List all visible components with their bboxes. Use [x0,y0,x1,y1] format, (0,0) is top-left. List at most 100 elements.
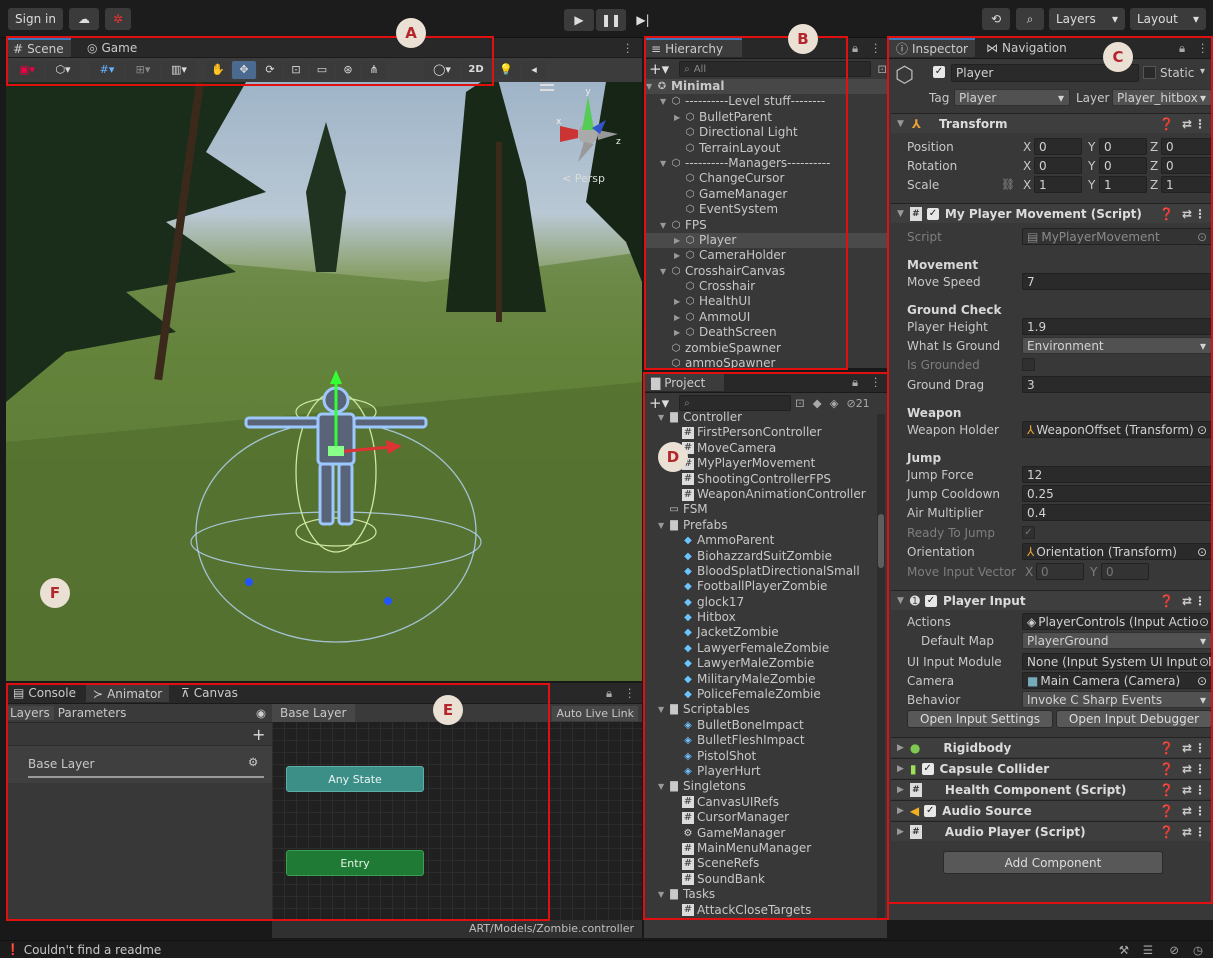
hierarchy-item[interactable]: ▼ ✪ Minimal [644,79,887,95]
breadcrumb[interactable]: Base Layer [272,704,355,722]
player-height-field[interactable]: 1.9 [1022,318,1212,335]
search-by-label-icon[interactable]: ◆ [813,396,822,410]
project-item[interactable]: ◆ PoliceFemaleZombie [644,687,876,702]
ruler-icon[interactable]: ▥▾ [162,61,196,79]
hierarchy-item[interactable]: ⬡ ChangeCursor [644,171,887,186]
kebab-menu-icon[interactable]: ⋮ [870,41,882,55]
scl-x-field[interactable]: 1 [1034,176,1082,193]
status-message[interactable]: Couldn't find a readme [24,943,162,957]
what-is-ground-dropdown[interactable]: Environment ▾ [1022,337,1212,354]
scl-z-field[interactable]: 1 [1161,176,1212,193]
camera-field[interactable]: ■ Main Camera (Camera) ⊙ [1022,672,1212,689]
project-item[interactable]: # SceneRefs [644,856,876,871]
project-item[interactable]: ▭ FSM [644,502,876,517]
gizmo-toggle-icon[interactable]: ◯▾ [424,61,460,79]
behavior-dropdown[interactable]: Invoke C Sharp Events ▾ [1022,691,1212,708]
link-icon[interactable]: ⛓ [1001,178,1015,191]
progress-icon[interactable]: ◷ [1193,943,1203,957]
search-icon[interactable]: ⌕ [1016,8,1044,30]
tab-game[interactable]: ◎ Game [80,38,144,57]
y-axis-label[interactable]: Y [1088,159,1095,173]
play-icon[interactable]: ▶ [564,9,594,31]
kebab-menu-icon[interactable]: ⋮ [1194,762,1206,776]
open-input-debugger-button[interactable]: Open Input Debugger [1056,710,1212,728]
foldout-icon[interactable]: ▶ [674,310,684,325]
kebab-menu-icon[interactable]: ⋮ [870,375,882,389]
hidden-packages-toggle[interactable]: ⊘21 [846,397,869,410]
project-item[interactable]: ▼ ▇ Singletons [644,779,876,794]
weapon-holder-field[interactable]: ⅄ WeaponOffset (Transform) ⊙ [1022,421,1212,438]
object-picker-icon[interactable]: ⊙ [1197,230,1207,244]
preset-icon[interactable]: ⇄ [1182,117,1192,131]
component-header[interactable]: ▶ ◀ ✓ Audio Source ❓ ⇄ ⋮ [891,800,1212,820]
foldout-icon[interactable]: ▶ [674,233,684,248]
help-icon[interactable]: ❓ [1159,207,1174,221]
enabled-checkbox[interactable]: ✓ [926,207,939,220]
layout-dropdown[interactable]: Layout ▾ [1130,8,1206,30]
foldout-icon[interactable]: ▼ [658,518,668,533]
x-axis-label[interactable]: X [1023,159,1031,173]
help-icon[interactable]: ❓ [1159,804,1174,818]
base-layer-item[interactable]: Base Layer ⚙ [6,745,272,783]
rot-x-field[interactable]: 0 [1034,157,1082,174]
tab-animator[interactable]: ≻ Animator [86,683,170,702]
help-icon[interactable]: ❓ [1159,825,1174,839]
hierarchy-item[interactable]: ▼ ⬡ ----------Managers---------- [644,156,887,171]
y-axis-label[interactable]: Y [1088,178,1095,192]
z-axis-label[interactable]: Z [1150,159,1158,173]
hierarchy-item[interactable]: ▶ ⬡ HealthUI [644,294,887,309]
hierarchy-item[interactable]: ▼ ⬡ ----------Level stuff-------- [644,94,887,109]
pos-x-field[interactable]: 0 [1034,138,1082,155]
tag-icon[interactable]: ◈ [830,396,839,410]
preset-icon[interactable]: ⇄ [1182,804,1192,818]
y-axis-label[interactable]: Y [1088,140,1095,154]
move-speed-field[interactable]: 7 [1022,273,1212,290]
project-item[interactable]: ◆ MilitaryMaleZombie [644,672,876,687]
cloud-icon[interactable]: ☁ [69,8,99,30]
hierarchy-item[interactable]: ⬡ ammoSpawner [644,356,887,371]
foldout-icon[interactable]: ▼ [658,410,668,425]
project-item[interactable]: ◈ PlayerHurt [644,764,876,779]
layers-stack-icon[interactable]: ☰ [1143,943,1153,957]
object-picker-icon[interactable]: ⊙ [1196,422,1207,437]
project-item[interactable]: # SoundBank [644,872,876,887]
foldout-icon[interactable]: ▼ [660,218,670,233]
object-picker-icon[interactable]: ⊙ [1198,654,1209,669]
project-search-input[interactable]: ⌕ [679,395,792,411]
pause-icon[interactable]: ❚❚ [596,9,626,31]
hierarchy-item[interactable]: ⬡ Crosshair [644,279,887,294]
foldout-icon[interactable]: ▼ [646,79,656,94]
hierarchy-item[interactable]: ⬡ GameManager [644,187,887,202]
component-header[interactable]: ▶ # Health Component (Script) ❓ ⇄ ⋮ [891,779,1212,799]
active-checkbox[interactable]: ✓ [933,66,945,78]
foldout-icon[interactable]: ▼ [660,94,670,109]
x-axis-label[interactable]: X [1023,140,1031,154]
object-picker-icon[interactable]: ⊙ [1197,674,1207,688]
audio-icon[interactable]: ◂ [522,61,546,79]
project-item[interactable]: ⚙ GameManager [644,826,876,841]
kebab-menu-icon[interactable]: ⋮ [622,41,634,55]
player-movement-header[interactable]: ▼ # ✓ My Player Movement (Script) ❓ ⇄ ⋮ [891,203,1212,223]
lock-icon[interactable]: 🔒︎ [1179,41,1185,56]
foldout-icon[interactable]: ▼ [658,779,668,794]
layers-dropdown[interactable]: Layers ▾ [1049,8,1125,30]
parameters-tab[interactable]: Parameters [54,706,131,720]
component-header[interactable]: ▶ ▮ ✓ Capsule Collider ❓ ⇄ ⋮ [891,758,1212,778]
project-item[interactable]: ▼ ▇ Scriptables [644,702,876,717]
project-item[interactable]: # MainMenuManager [644,841,876,856]
scl-y-field[interactable]: 1 [1099,176,1147,193]
tab-canvas[interactable]: ⊼ Canvas [174,683,245,702]
project-item[interactable]: ◈ BulletBoneImpact [644,718,876,733]
hierarchy-item[interactable]: ⬡ Directional Light [644,125,887,140]
grid-snap-icon[interactable]: #▾ [90,61,124,79]
layer-dropdown[interactable]: Player_hitbox ▾ [1112,89,1212,106]
layers-tab[interactable]: Layers [6,706,54,720]
project-item[interactable]: ◆ LawyerFemaleZombie [644,641,876,656]
hierarchy-item[interactable]: ▶ ⬡ AmmoUI [644,310,887,325]
rot-z-field[interactable]: 0 [1161,157,1212,174]
lock-icon[interactable]: 🔒︎ [852,375,858,390]
project-item[interactable]: ◆ BloodSplatDirectionalSmall [644,564,876,579]
help-icon[interactable]: ❓ [1159,762,1174,776]
hand-tool-icon[interactable]: ✋ [206,61,230,79]
scale-tool-icon[interactable]: ⊡ [284,61,308,79]
